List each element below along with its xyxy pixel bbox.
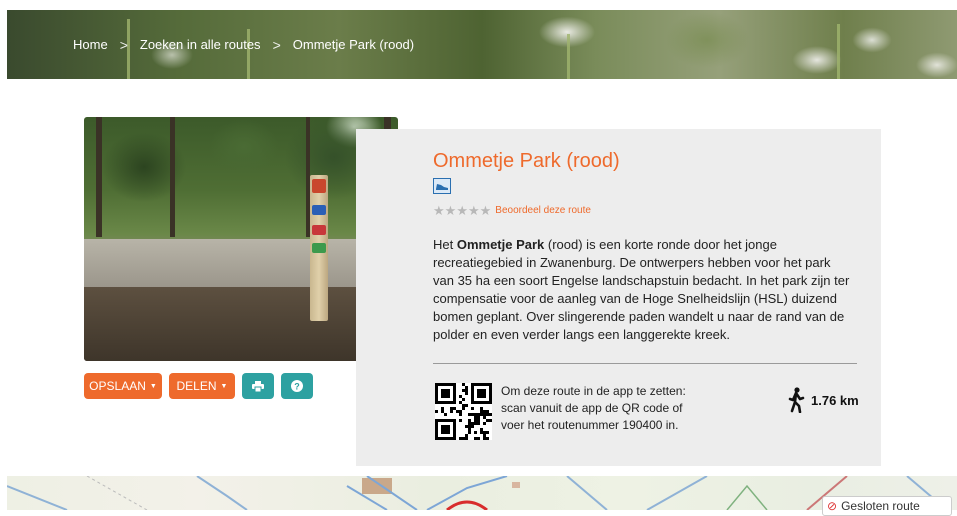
breadcrumb-current: Ommetje Park (rood) [292,37,415,52]
breadcrumb-home[interactable]: Home [73,37,108,52]
walking-shoe-icon [433,178,451,194]
route-rating[interactable]: ★ ★ ★ ★ ★ Beoordeel deze route [433,204,591,217]
breadcrumb-separator: > [272,36,281,53]
photo-trunk [170,117,175,237]
divider [433,363,857,364]
caret-down-icon: ▼ [220,382,228,390]
decor-stem [837,24,840,79]
route-title: Ommetje Park (rood) [433,150,620,172]
share-button-label: DELEN [176,379,217,393]
help-button[interactable]: ? [281,373,313,399]
route-description: Het Ommetje Park (rood) is een korte ron… [433,236,853,344]
save-button-label: OPSLAAN [89,379,146,393]
marker-sign-red [312,179,326,193]
breadcrumb: Home > Zoeken in alle routes > Ommetje P… [73,10,414,79]
decor-stem [567,34,570,79]
star-icon[interactable]: ★ [480,204,492,217]
star-icon[interactable]: ★ [456,204,468,217]
svg-text:?: ? [294,382,300,392]
breadcrumb-separator: > [119,36,128,53]
route-photo[interactable] [84,117,398,361]
description-bold: Ommetje Park [456,237,545,252]
route-marker-post [310,175,328,321]
photo-trunk [96,117,102,237]
shoe-shape [436,184,448,190]
photo-soil [84,287,398,361]
caret-down-icon: ▼ [149,382,157,390]
qr-code [435,383,492,440]
route-map[interactable] [7,476,957,510]
save-button[interactable]: OPSLAAN ▼ [84,373,162,399]
route-distance: 1.76 km [811,393,859,408]
no-entry-icon: ⊘ [827,499,838,513]
description-rest: (rood) is een korte ronde door het jonge… [433,237,850,342]
star-icon[interactable]: ★ [433,204,445,217]
rate-route-link[interactable]: Beoordeel deze route [495,205,591,216]
share-button[interactable]: DELEN ▼ [169,373,235,399]
walking-person-icon [788,387,805,413]
marker-arrow-red-icon [312,225,326,235]
star-icon[interactable]: ★ [445,204,457,217]
description-prefix: Het [433,237,457,252]
photo-path [84,239,398,289]
map-canvas [7,476,948,510]
photo-trees [84,117,398,245]
map-legend: ⊘ Gesloten route [822,496,952,516]
qr-code-image [435,383,492,440]
breadcrumb-search-routes[interactable]: Zoeken in alle routes [140,37,261,52]
print-icon [252,380,264,392]
print-button[interactable] [242,373,274,399]
legend-label: Gesloten route [841,499,920,513]
marker-arrow-blue-icon [312,205,326,215]
question-icon: ? [291,380,303,392]
hero-banner: Home > Zoeken in alle routes > Ommetje P… [7,10,957,79]
marker-arrow-green-icon [312,243,326,253]
star-icon[interactable]: ★ [468,204,480,217]
qr-instructions: Om deze route in de app te zetten: scan … [501,384,686,432]
